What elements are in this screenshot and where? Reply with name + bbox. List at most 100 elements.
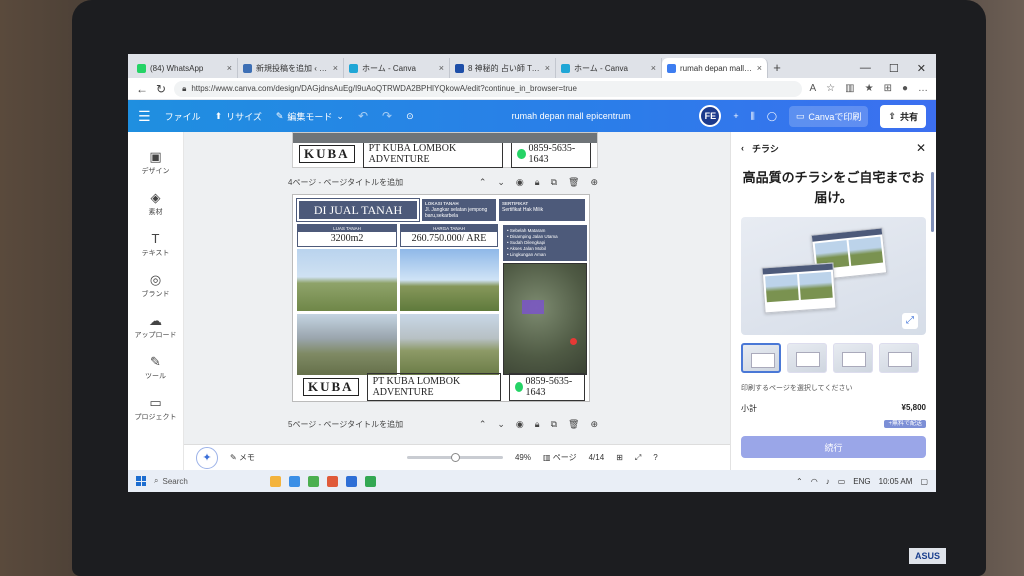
close-icon[interactable]: ✕ [916,141,926,155]
sidebar-item-projects[interactable]: ▭ プロジェクト [128,388,183,429]
duplicate-icon[interactable]: ⧉ [551,177,557,188]
collections-icon[interactable]: ⊞ [884,83,892,94]
lock-icon[interactable]: 🔒︎ [535,419,540,430]
reload-icon[interactable]: ↻ [156,82,166,96]
close-icon[interactable]: × [757,63,762,73]
minimize-icon[interactable]: — [860,62,871,74]
page-thumbnail[interactable] [787,343,827,373]
browser-tab[interactable]: (84) WhatsApp × [132,58,238,78]
new-tab-button[interactable]: + [768,58,786,78]
chevron-up-icon[interactable]: ⌃ [479,419,487,430]
add-page-icon[interactable]: ⊕ [590,419,598,430]
trash-icon[interactable]: 🗑︎ [568,419,579,430]
edit-mode-button[interactable]: ✎ 編集モード ⌄ [276,110,344,123]
fullscreen-icon[interactable]: ⤢ [635,453,641,463]
chevron-down-icon[interactable]: ⌄ [497,177,505,188]
trash-icon[interactable]: 🗑︎ [568,177,579,188]
add-collaborator-icon[interactable]: + [733,111,738,121]
grid-view-icon[interactable]: ⊞ [616,453,623,462]
browser-tab[interactable]: ホーム - Canva × [344,58,450,78]
profile-icon[interactable]: ● [902,83,908,94]
notes-button[interactable]: ✎ メモ [230,452,255,463]
browser-tab[interactable]: ホーム - Canva × [556,58,662,78]
split-screen-icon[interactable]: ▥ [845,83,854,94]
close-icon[interactable]: × [333,63,338,73]
add-page-icon[interactable]: ⊕ [590,177,598,188]
duplicate-icon[interactable]: ⧉ [551,419,557,430]
eye-icon[interactable]: ◉ [516,177,524,188]
chevron-up-icon[interactable]: ⌃ [479,177,487,188]
panel-scrollbar[interactable] [931,172,934,232]
favorites-bar-icon[interactable]: ★ [865,83,874,94]
close-icon[interactable]: × [439,63,444,73]
url-field[interactable]: 🔒︎ https://www.canva.com/design/DAGjdnsA… [174,80,802,97]
aerial-map-image[interactable] [503,263,587,375]
language-indicator[interactable]: ENG [853,477,870,486]
resize-button[interactable]: ⬆ リサイズ [215,110,262,123]
print-button[interactable]: ▭ Canvaで印刷 [788,105,869,127]
store-icon[interactable] [308,475,319,487]
continue-button[interactable]: 続行 [741,436,926,458]
magic-assistant-icon[interactable]: ✦ [196,446,218,469]
mail-icon[interactable] [346,475,357,487]
browser-tab[interactable]: 8 神秘的 占い師 Twitter × [450,58,556,78]
lock-icon[interactable]: 🔒︎ [535,177,540,188]
wifi-icon[interactable]: ◠ [811,477,818,486]
help-button[interactable]: ? [653,453,657,462]
comment-icon[interactable]: ◯ [767,111,777,122]
favorite-icon[interactable]: ☆ [826,83,835,94]
browser-tab[interactable]: 新規投稿を追加 ‹ 秘密の × [238,58,344,78]
avatar[interactable]: FE [699,105,722,127]
eye-icon[interactable]: ◉ [516,419,524,430]
taskbar-search[interactable]: ⌕ Search [154,474,254,488]
file-explorer-icon[interactable] [270,475,281,487]
share-button[interactable]: ⇪ 共有 [880,104,926,128]
battery-icon[interactable]: ▭ [838,477,846,486]
document-title[interactable]: rumah depan mall epicentrum [512,111,631,121]
back-chevron-icon[interactable]: ‹ [741,143,744,153]
page-thumbnail[interactable] [879,343,919,373]
cloud-saved-icon[interactable]: ⊙ [406,111,414,122]
file-menu-button[interactable]: ファイル [165,110,201,123]
land-photo[interactable] [399,313,499,375]
volume-icon[interactable]: ♪ [826,477,830,486]
chevron-up-icon[interactable]: ⌃ [796,477,803,486]
sidebar-item-uploads[interactable]: ☁ アップロード [128,306,183,347]
more-icon[interactable]: … [918,83,928,94]
office-icon[interactable] [327,475,338,487]
close-icon[interactable]: × [651,63,656,73]
chevron-down-icon[interactable]: ⌄ [497,419,505,430]
page-title[interactable]: 5ページ - ページタイトルを追加 [288,419,403,430]
land-photo[interactable] [297,313,397,375]
expand-icon[interactable]: ⤢ [902,313,918,329]
sidebar-item-brand[interactable]: ◎ ブランド [128,265,183,306]
land-photo[interactable] [399,249,499,311]
previous-page-footer[interactable]: KUBA PT KUBA LOMBOK ADVENTURE 0859-5635-… [292,132,598,168]
browser-tab-active[interactable]: rumah depan mall epic × [662,58,768,78]
close-window-icon[interactable]: ✕ [917,62,926,75]
sidebar-item-text[interactable]: T テキスト [128,224,183,265]
chrome-icon[interactable] [365,475,376,487]
page-title[interactable]: 4ページ - ページタイトルを追加 [288,177,403,188]
sidebar-item-elements[interactable]: ◈ 素材 [128,183,183,224]
page-thumbnail[interactable] [833,343,873,373]
insights-icon[interactable]: ⫼ [751,111,755,122]
sidebar-item-design[interactable]: ▣ デザイン [128,142,183,183]
sidebar-item-draw[interactable]: ✎ ツール [128,347,183,388]
redo-icon[interactable]: ↷ [382,109,392,123]
zoom-slider-handle[interactable] [451,453,461,462]
edge-icon[interactable] [289,475,300,487]
notification-icon[interactable]: ▢ [920,477,928,486]
page-indicator[interactable]: 4/14 [589,453,605,462]
pages-button[interactable]: ▥ ページ [543,452,577,463]
back-icon[interactable]: ← [136,82,148,96]
close-icon[interactable]: × [545,63,550,73]
menu-icon[interactable]: ☰ [138,108,151,125]
zoom-level[interactable]: 49% [515,453,531,462]
windows-start-icon[interactable] [136,476,146,486]
close-icon[interactable]: × [227,63,232,73]
read-aloud-icon[interactable]: A [810,83,817,94]
undo-icon[interactable]: ↶ [358,109,368,123]
clock[interactable]: 10:05 AM [879,477,913,486]
land-photo[interactable] [297,249,397,311]
